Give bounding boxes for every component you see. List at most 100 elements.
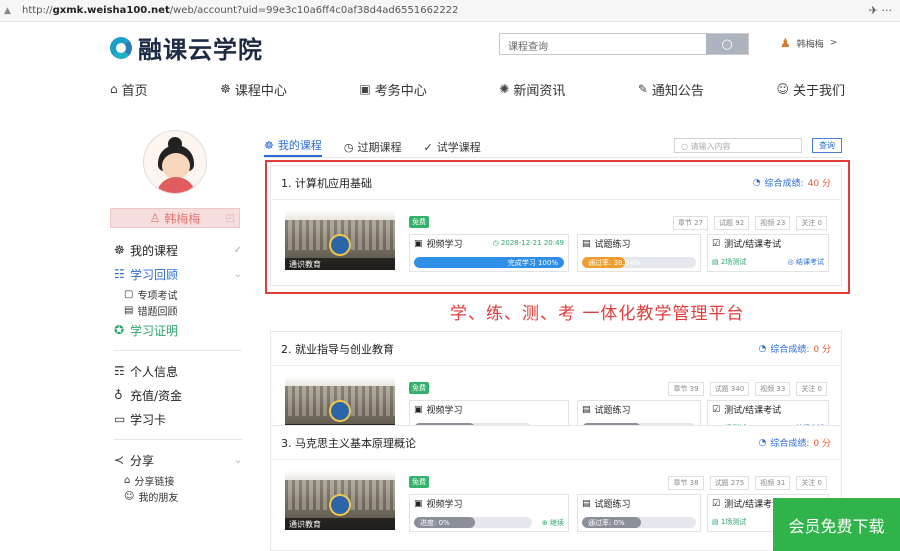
share-subitem-0[interactable]: ⌂ 分享链接 (114, 472, 242, 488)
thumb-logo-icon (329, 400, 351, 422)
sidebar-item-m2-0[interactable]: ☶ 个人信息 (114, 359, 242, 383)
video-label: 视频学习 (426, 406, 463, 416)
practice-icon: ▤ (582, 404, 591, 415)
sidebar-item-cert-label: 学习证明 (130, 323, 179, 338)
exam-label: 测试/结课考试 (724, 406, 782, 416)
thumb-tag-text: 通识教育 (289, 519, 321, 529)
score-label: 综合成绩: (770, 439, 810, 449)
practice-title: ▤ 试题练习 (582, 497, 696, 511)
sidebar-item-0-icon: ☸ (114, 243, 125, 257)
nav-item-3[interactable]: ✺ 新闻资讯 (499, 79, 565, 99)
content-search-input[interactable]: ○ 请输入内容 (674, 138, 802, 153)
content-search-button[interactable]: 查询 (812, 138, 842, 153)
nav-label: 考务中心 (374, 83, 427, 99)
sidebar-item-share-label: 分享 (130, 453, 155, 468)
home-icon: ⌂ (110, 82, 118, 96)
sidebar-item-m2-0-label: 个人信息 (130, 364, 179, 379)
site-logo[interactable]: 融课云学院 (110, 30, 263, 65)
search-input[interactable]: 课程查询 (500, 34, 706, 54)
subitem-icon: ▤ (124, 304, 134, 316)
stat-2: 视频 33 (755, 382, 791, 396)
exam-count[interactable]: ▤ 1场测试 (712, 517, 746, 527)
free-badge: 免费 (409, 382, 429, 394)
tab-label: 过期课程 (357, 141, 402, 154)
subitem-label: 我的朋友 (138, 492, 179, 504)
practice-box[interactable]: ▤试题练习通过率: 0% (577, 494, 701, 532)
search-icon: ○ (721, 36, 733, 52)
user-menu[interactable]: ♟ 韩梅梅 > (780, 36, 837, 50)
divider (114, 350, 242, 351)
tab-1[interactable]: ◷ 过期课程 (344, 137, 402, 157)
exam-icon: ☑ (712, 498, 721, 509)
nav-item-1[interactable]: ☸ 课程中心 (220, 79, 287, 99)
video-icon: ▣ (414, 498, 423, 509)
course-header[interactable]: 2. 就业指导与创业教育 ◔ 综合成绩: 0 分 (271, 332, 841, 366)
sidebar-item-cert[interactable]: ✪ 学习证明 (114, 318, 242, 342)
nav-item-2[interactable]: ▣ 考务中心 (359, 79, 426, 99)
tab-label: 我的课程 (277, 139, 322, 152)
site-icon: ▲ (4, 5, 11, 16)
browser-address-bar[interactable]: ▲ http://gxmk.weisha100.net/web/account?… (0, 0, 900, 22)
course-score: ◔ 综合成绩: 0 分 (758, 436, 832, 450)
sidebar-subitem-1[interactable]: ▤ 错题回顾 (114, 302, 242, 318)
sidebar-menu: ☸ 我的课程 ✓ ☷ 学习回顾 ⌄ ▢ 专项考试 ▤ 错题回顾 ✪ 学习证明 ☶ 个人信息 ♁ 充值/资金 ▭ 学… (114, 238, 242, 504)
nav-item-0[interactable]: ⌂ 首页 (110, 79, 148, 99)
user-icon: ♙ (149, 211, 161, 225)
search-button[interactable]: ○ (706, 34, 748, 54)
stat-3: 关注 0 (796, 382, 827, 396)
subitem-icon: ⌂ (124, 474, 131, 486)
score-label: 综合成绩: (770, 345, 810, 355)
course-thumbnail[interactable]: 通识教育 (285, 470, 395, 530)
practice-progress-text: 通过率: 0% (588, 518, 625, 527)
user-avatar[interactable] (143, 130, 207, 194)
tab-2[interactable]: ✓ 试学课程 (423, 137, 480, 157)
video-study-box[interactable]: ▣视频学习进度: 0% ⊕ 继续 (409, 494, 569, 532)
exam-center-icon: ▣ (359, 82, 371, 96)
course-center-icon: ☸ (220, 82, 231, 96)
course-header[interactable]: 3. 马克思主义基本原理概论 ◔ 综合成绩: 0 分 (271, 426, 841, 460)
stat-2: 视频 31 (755, 476, 791, 490)
practice-icon: ▤ (582, 498, 591, 509)
stat-0: 章节 38 (668, 476, 704, 490)
exam-title: ☑ 测试/结课考试 (712, 403, 824, 417)
sidebar-item-1-label: 学习回顾 (130, 267, 179, 282)
sidebar-item-m2-2[interactable]: ▭ 学习卡 (114, 407, 242, 431)
video-icon: ▣ (414, 404, 423, 415)
edit-icon[interactable]: ◰ (226, 213, 235, 224)
tab-icon: ✓ (423, 140, 433, 154)
tab-icon: ◷ (343, 140, 354, 154)
sidebar-item-share[interactable]: ≺ 分享 ⌄ (114, 448, 242, 472)
nav-item-4[interactable]: ✎ 通知公告 (638, 79, 704, 99)
course-title[interactable]: 3. 马克思主义基本原理概论 (281, 435, 416, 451)
score-icon: ◔ (758, 343, 767, 354)
sidebar-item-cert-icon: ✪ (114, 323, 125, 337)
promo-slogan: 学、练、测、考 一体化教学管理平台 (450, 304, 745, 324)
sidebar-item-1[interactable]: ☷ 学习回顾 ⌄ (114, 262, 242, 286)
free-download-badge[interactable]: 会员免费下载 (773, 498, 900, 551)
nav-item-5[interactable]: ☺ 关于我们 (776, 79, 845, 99)
sidebar-item-m2-1[interactable]: ♁ 充值/资金 (114, 383, 242, 407)
score-icon: ◔ (758, 437, 767, 448)
share-subitem-1[interactable]: ☺ 我的朋友 (114, 488, 242, 504)
sidebar-username[interactable]: ♙ 韩梅梅 ◰ (110, 208, 240, 228)
tab-label: 试学课程 (436, 141, 481, 154)
sidebar-item-m2-1-label: 充值/资金 (130, 388, 183, 403)
course-search[interactable]: 课程查询 ○ (499, 33, 749, 55)
stat-0: 章节 39 (668, 382, 704, 396)
sidebar-item-share-icon: ≺ (114, 453, 125, 467)
sidebar-item-m2-2-label: 学习卡 (130, 412, 167, 427)
tab-0[interactable]: ☸ 我的课程 (264, 137, 322, 157)
chevron-right-icon: > (829, 38, 838, 48)
course-title[interactable]: 2. 就业指导与创业教育 (281, 341, 394, 357)
url-text[interactable]: http://gxmk.weisha100.net/web/account?ui… (22, 5, 458, 16)
sidebar-item-0[interactable]: ☸ 我的课程 ✓ (114, 238, 242, 262)
practice-label: 试题练习 (594, 500, 631, 510)
continue-button[interactable]: ⊕ 继续 (542, 518, 564, 528)
sidebar-subitem-0[interactable]: ▢ 专项考试 (114, 286, 242, 302)
chevron-icon: ✓ (233, 244, 242, 256)
browser-more-icon[interactable]: ✈ ··· (869, 4, 892, 17)
about-icon: ☺ (776, 82, 789, 96)
sidebar-item-m2-2-icon: ▭ (114, 412, 126, 426)
thumb-tag: 通识教育 (285, 518, 395, 530)
video-study-title: ▣ 视频学习 (414, 497, 564, 511)
